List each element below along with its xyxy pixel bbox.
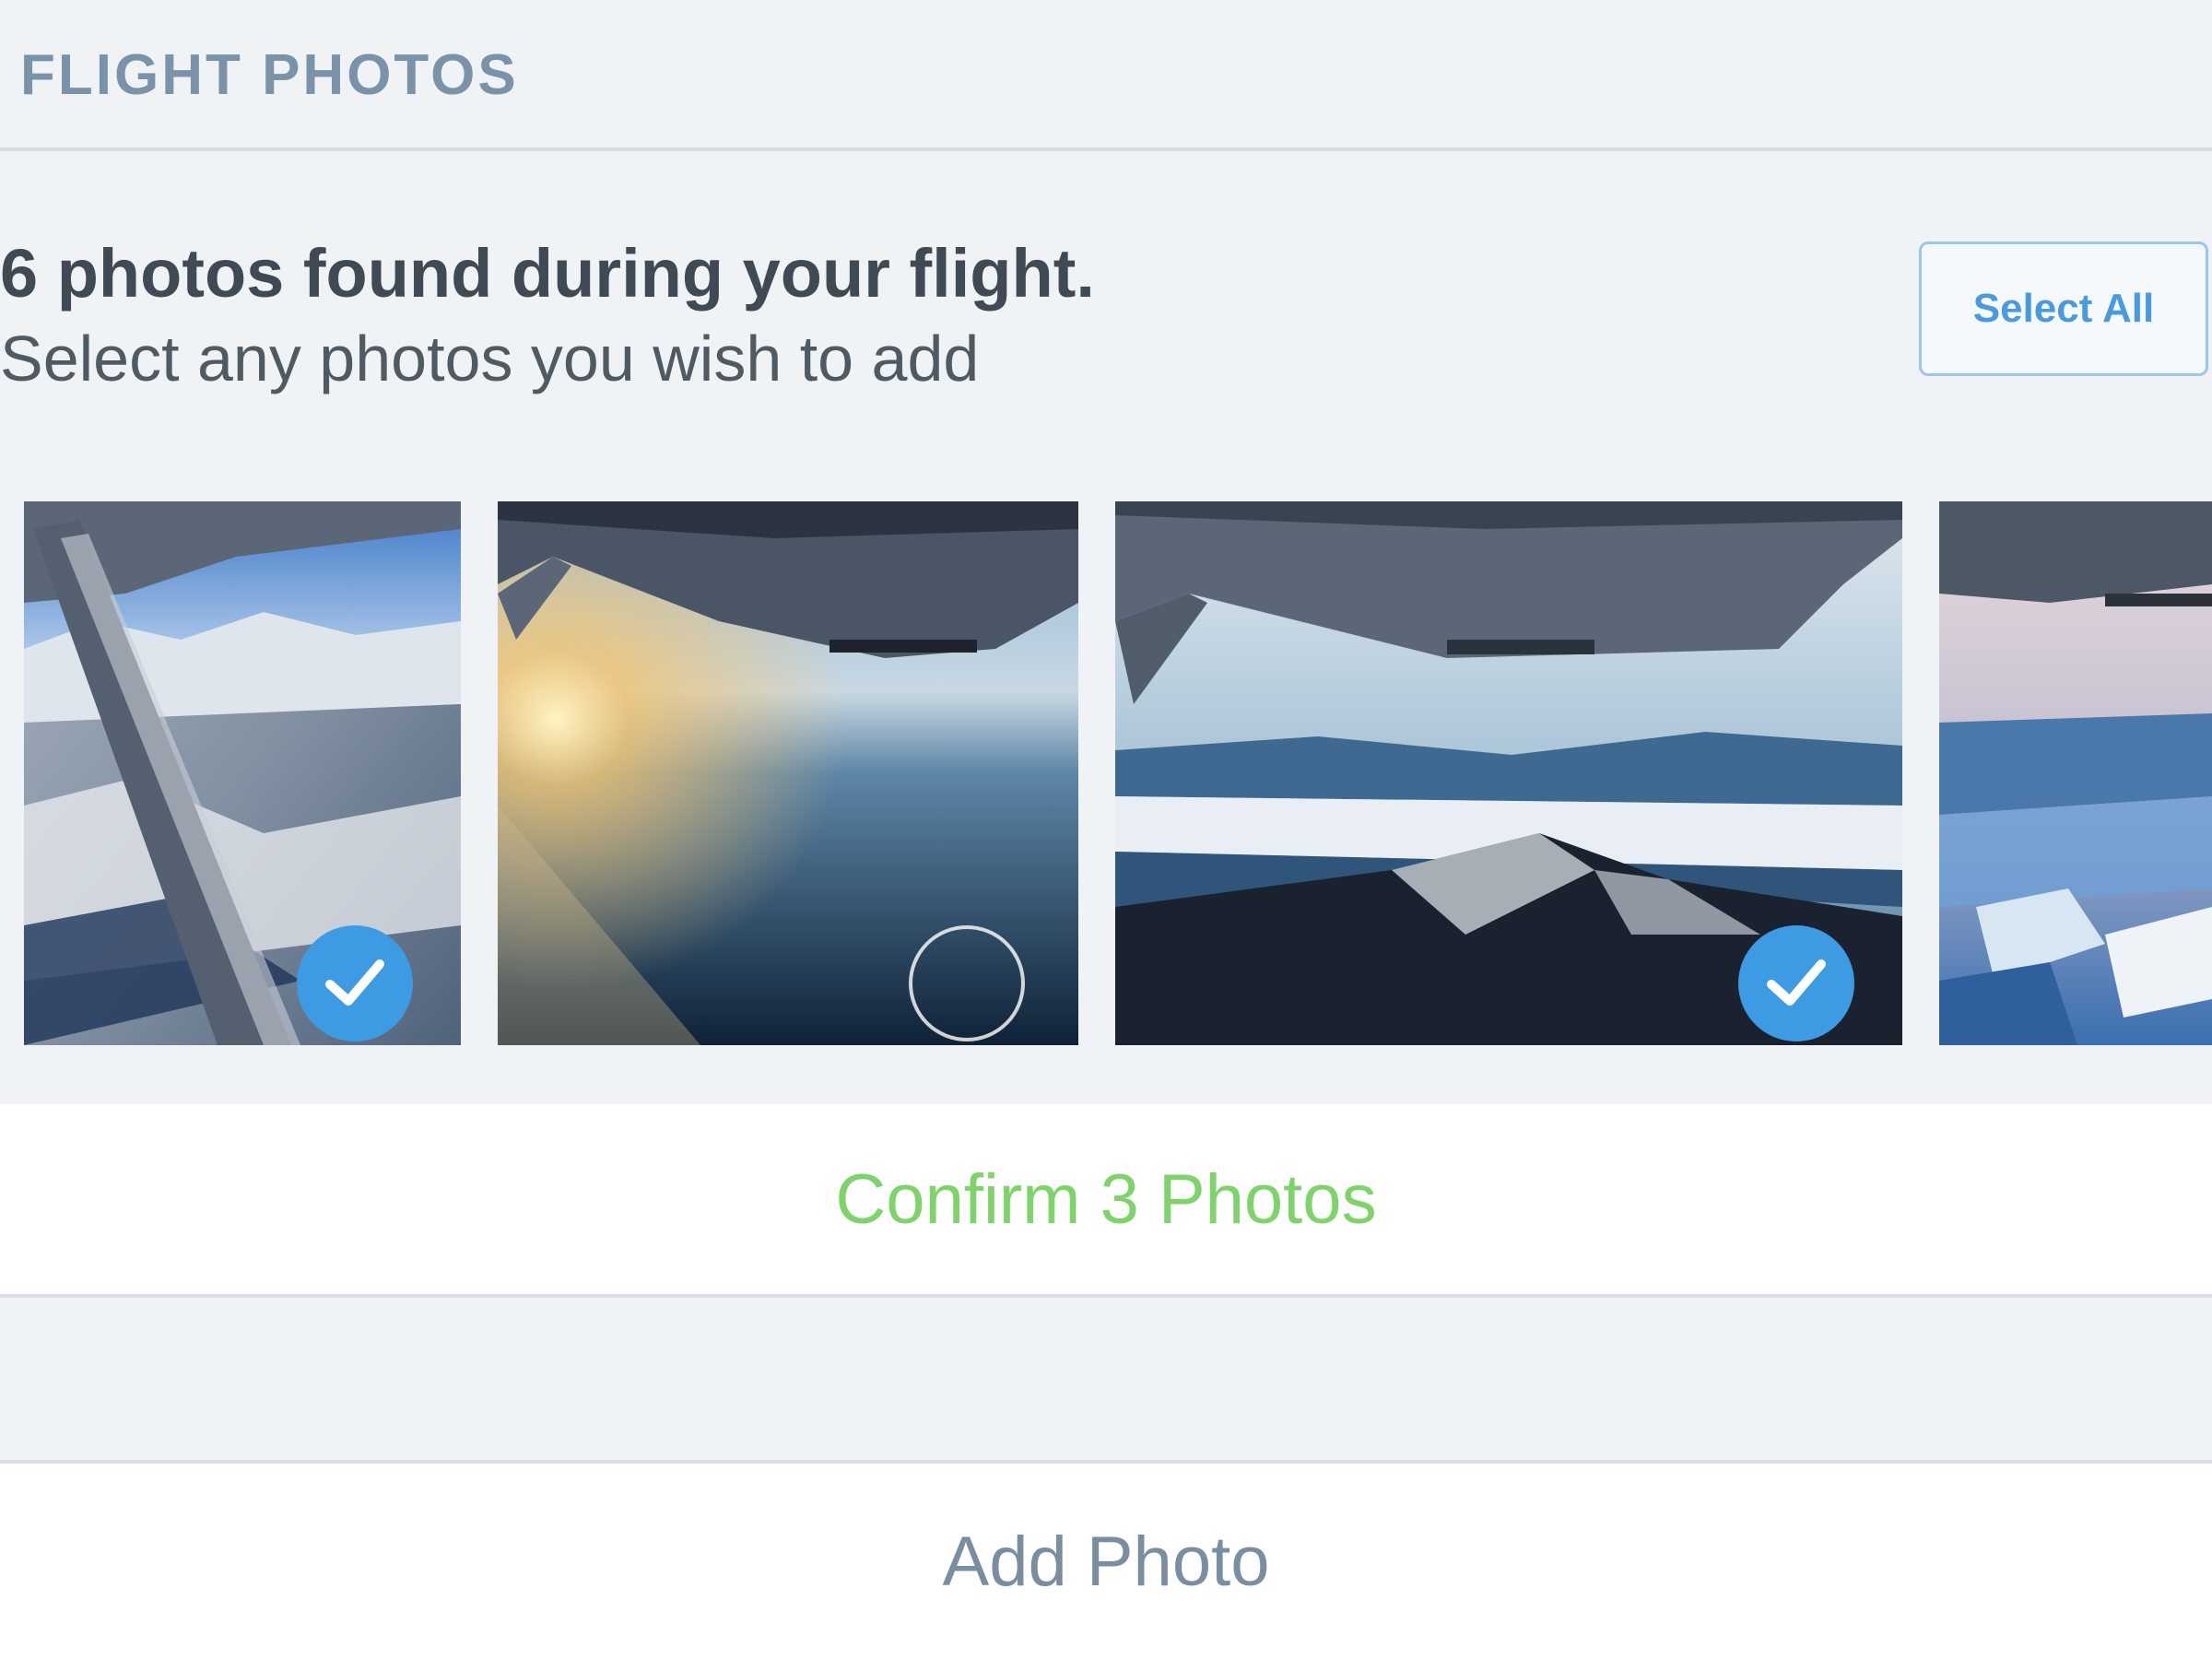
photo-thumbnail-2[interactable] — [498, 501, 1078, 1045]
photo-2-unselected-circle[interactable] — [909, 925, 1025, 1041]
photos-instruction: Select any photos you wish to add — [0, 323, 980, 394]
checkmark-icon — [325, 959, 384, 1006]
photo-3-checkmark[interactable] — [1738, 925, 1854, 1041]
add-photo-button[interactable]: Add Photo — [0, 1460, 2212, 1659]
photo-4-image — [1939, 501, 2212, 1045]
section-header: FLIGHT PHOTOS — [0, 0, 2212, 151]
section-title: FLIGHT PHOTOS — [20, 43, 519, 107]
photo-1-checkmark[interactable] — [297, 925, 413, 1041]
checkmark-icon — [1767, 959, 1826, 1006]
confirm-photos-button[interactable]: Confirm 3 Photos — [0, 1104, 2212, 1298]
photo-thumbnail-3[interactable] — [1115, 501, 1902, 1045]
flight-photos-screen: FLIGHT PHOTOS 6 photos found during your… — [0, 0, 2212, 1659]
intro-text: 6 photos found during your flight. Selec… — [0, 235, 1475, 394]
photo-strip[interactable] — [0, 501, 2212, 1045]
photo-thumbnail-1[interactable] — [24, 501, 461, 1045]
select-all-button[interactable]: Select All — [1919, 241, 2208, 376]
photos-found-headline: 6 photos found during your flight. — [0, 235, 1095, 312]
photo-thumbnail-4[interactable] — [1939, 501, 2212, 1045]
